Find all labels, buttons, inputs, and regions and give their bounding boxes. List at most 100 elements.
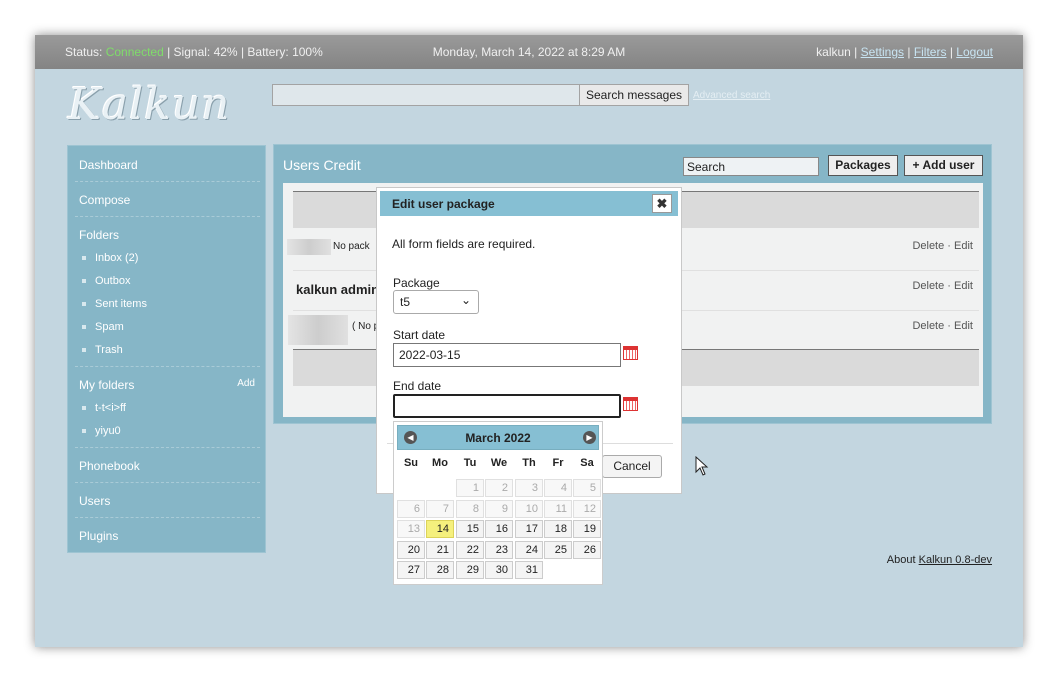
sidebar-heading-folders: Folders	[79, 228, 120, 242]
start-date-input[interactable]: 2022-03-15	[393, 343, 621, 367]
end-date-label: End date	[393, 379, 442, 393]
username: kalkun	[816, 45, 851, 59]
package-label: Package	[393, 276, 440, 290]
calendar-day[interactable]: 23	[485, 540, 513, 559]
separator: ·	[947, 240, 951, 252]
packages-button[interactable]: Packages	[828, 155, 898, 176]
edit-link[interactable]: Edit	[954, 240, 973, 252]
calendar-day[interactable]: 22	[456, 540, 484, 559]
next-month-icon[interactable]: ▶	[583, 431, 596, 444]
calendar-day: 6	[397, 499, 425, 518]
cancel-button[interactable]: Cancel	[602, 455, 662, 478]
calendar-day: 13	[397, 520, 425, 538]
calendar-day[interactable]: 30	[485, 561, 513, 579]
sidebar-item-outbox[interactable]: Outbox	[82, 275, 130, 287]
settings-link[interactable]: Settings	[861, 45, 904, 59]
delete-link[interactable]: Delete	[912, 280, 944, 292]
calendar-day: 2	[485, 479, 513, 497]
panel-title: Users Credit	[283, 157, 361, 173]
divider	[75, 181, 260, 182]
calendar-day: 10	[515, 499, 543, 518]
sidebar-item-folder[interactable]: t-t<i>ff	[82, 402, 126, 414]
user-menu: kalkun | Settings | Filters | Logout	[816, 45, 993, 59]
status-bar: Status: Connected | Signal: 42% | Batter…	[35, 35, 1023, 69]
weekday-header: Tu	[463, 457, 477, 469]
user-search-input[interactable]: Search	[683, 157, 819, 176]
add-user-button[interactable]: + Add user	[904, 155, 983, 176]
calendar-day[interactable]: 24	[515, 540, 543, 559]
calendar-icon[interactable]	[623, 346, 638, 360]
weekday-header: We	[490, 457, 508, 469]
calendar-day[interactable]: 27	[397, 561, 425, 579]
calendar-day: 12	[573, 499, 601, 518]
sidebar-item-dashboard[interactable]: Dashboard	[79, 158, 138, 172]
separator: ·	[947, 280, 951, 292]
kalkun-version-link[interactable]: Kalkun 0.8-dev	[919, 554, 992, 566]
separator: |	[907, 45, 911, 59]
calendar-day[interactable]: 14	[426, 520, 454, 538]
logout-link[interactable]: Logout	[956, 45, 993, 59]
avatar	[287, 239, 331, 255]
delete-link[interactable]: Delete	[912, 240, 944, 252]
separator: |	[854, 45, 858, 59]
close-icon[interactable]: ✖	[652, 194, 672, 213]
divider	[75, 366, 260, 367]
package-value: t5	[400, 295, 411, 309]
delete-link[interactable]: Delete	[912, 320, 944, 332]
chevron-down-icon: ⌄	[460, 293, 471, 307]
calendar-day[interactable]: 25	[544, 540, 572, 559]
kalkun-logo[interactable]: Kalkun	[68, 79, 231, 130]
calendar-day[interactable]: 18	[544, 520, 572, 538]
calendar-day[interactable]: 21	[426, 540, 454, 559]
calendar-day: 5	[573, 479, 601, 497]
package-select[interactable]: t5 ⌄	[393, 290, 479, 314]
calendar-day[interactable]: 26	[573, 540, 601, 559]
search-messages-button[interactable]: Search messages	[579, 84, 689, 106]
sidebar-item-users[interactable]: Users	[79, 494, 110, 508]
calendar-day[interactable]: 20	[397, 540, 425, 559]
divider	[75, 447, 260, 448]
separator: ·	[947, 320, 951, 332]
calendar-day[interactable]: 29	[456, 561, 484, 579]
edit-link[interactable]: Edit	[954, 280, 973, 292]
weekday-header: Su	[403, 457, 419, 469]
calendar-day: 1	[456, 479, 484, 497]
calendar-day[interactable]: 17	[515, 520, 543, 538]
calendar-day[interactable]: 15	[456, 520, 484, 538]
calendar-day[interactable]: 31	[515, 561, 543, 579]
divider	[75, 482, 260, 483]
calendar-day[interactable]: 16	[485, 520, 513, 538]
sidebar-item-sent-items[interactable]: Sent items	[82, 298, 147, 310]
sidebar-item-compose[interactable]: Compose	[79, 193, 130, 207]
end-date-input[interactable]	[393, 394, 621, 418]
calendar-day: 7	[426, 499, 454, 518]
datepicker-title: March 2022	[465, 431, 531, 445]
sidebar-item-spam[interactable]: Spam	[82, 321, 124, 333]
calendar-day: 9	[485, 499, 513, 518]
row-actions: Delete · Edit	[912, 320, 973, 332]
weekday-header: Mo	[432, 457, 448, 469]
about-prefix: About	[886, 554, 916, 566]
sidebar-item-phonebook[interactable]: Phonebook	[79, 459, 140, 473]
sidebar-item-plugins[interactable]: Plugins	[79, 529, 118, 543]
sidebar-item-inbox[interactable]: Inbox (2)	[82, 252, 138, 264]
calendar-icon[interactable]	[623, 397, 638, 411]
filters-link[interactable]: Filters	[914, 45, 947, 59]
weekday-header: Fr	[552, 457, 564, 469]
mouse-cursor-icon	[695, 456, 709, 476]
avatar	[288, 315, 348, 345]
advanced-search-link[interactable]: Advanced search	[693, 90, 770, 101]
edit-link[interactable]: Edit	[954, 320, 973, 332]
sidebar-item-trash[interactable]: Trash	[82, 344, 123, 356]
sidebar-heading-my-folders: My folders	[79, 378, 135, 392]
add-folder-link[interactable]: Add	[237, 378, 255, 389]
datepicker-header: ◀ March 2022 ▶	[397, 425, 599, 450]
search-input[interactable]	[272, 84, 580, 106]
calendar-day: 3	[515, 479, 543, 497]
calendar-day[interactable]: 28	[426, 561, 454, 579]
start-date-label: Start date	[393, 328, 446, 342]
weekday-header: Th	[522, 457, 536, 469]
sidebar-item-folder[interactable]: yiyu0	[82, 425, 121, 437]
row-actions: Delete · Edit	[912, 280, 973, 292]
calendar-day[interactable]: 19	[573, 520, 601, 538]
